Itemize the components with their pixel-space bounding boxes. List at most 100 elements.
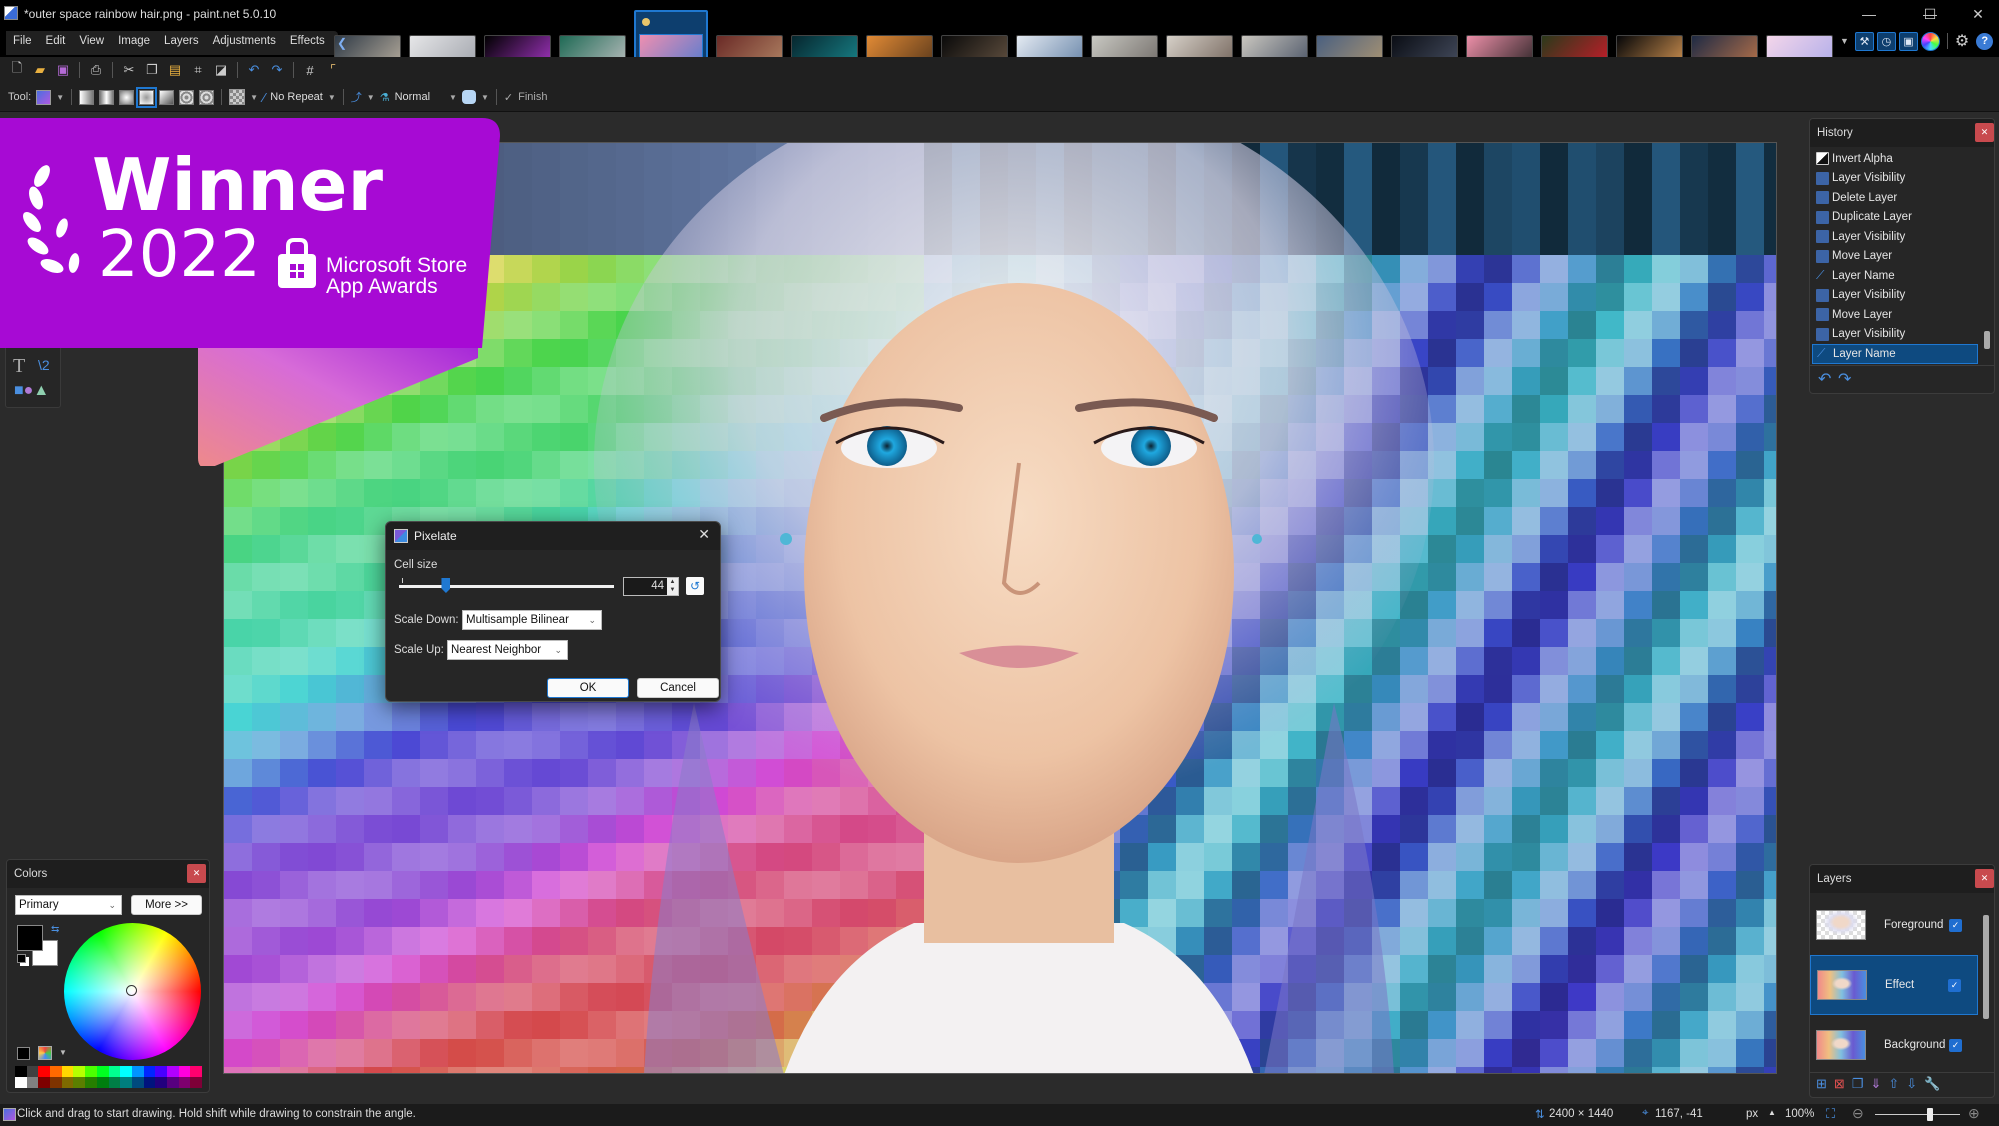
palette-swatch[interactable] — [26, 1077, 39, 1088]
palette-swatch[interactable] — [190, 1077, 202, 1088]
palette-swatch[interactable] — [50, 1066, 62, 1077]
palette-swatch[interactable] — [61, 1077, 74, 1088]
chevron-left-icon[interactable]: ❮ — [337, 36, 347, 50]
palette-swatch[interactable] — [108, 1066, 121, 1077]
open-folder-icon[interactable]: ▰ — [31, 61, 49, 79]
chevron-down-icon[interactable]: ▼ — [449, 93, 457, 102]
layers-close-icon[interactable]: ✕ — [1975, 869, 1994, 888]
history-item[interactable]: Invert Alpha — [1812, 149, 1978, 169]
palette-swatch[interactable] — [178, 1077, 191, 1088]
settings-gear-icon[interactable]: ⚙ — [1955, 31, 1969, 51]
history-item[interactable]: Move Layer — [1812, 247, 1978, 267]
scale-down-select[interactable]: Multisample Bilinear ⌄ — [462, 610, 602, 630]
palette-swatch[interactable] — [15, 1066, 27, 1077]
tools-toggle-hammer-icon[interactable]: ⚒ — [1854, 31, 1874, 51]
layers-scrollbar[interactable] — [1983, 915, 1989, 1019]
palette-swatch[interactable] — [155, 1077, 167, 1088]
conical-gradient-icon[interactable] — [159, 89, 175, 105]
reset-default-icon[interactable]: ↺ — [686, 577, 704, 595]
gradient-tool-icon[interactable] — [36, 89, 52, 105]
layer-visibility-checkbox[interactable]: ✓ — [1949, 918, 1962, 932]
maximize-button[interactable]: ☐ — [1910, 4, 1950, 24]
merge-layer-down-icon[interactable]: ⇓ — [1870, 1076, 1881, 1092]
history-undo-icon[interactable]: ↶ — [1818, 369, 1831, 389]
palette-swatch[interactable] — [73, 1066, 86, 1077]
history-item[interactable]: ⟋ Layer Name — [1812, 266, 1978, 286]
palette-swatch[interactable] — [155, 1066, 167, 1077]
ok-button[interactable]: OK — [547, 678, 629, 698]
palette-swatch[interactable] — [120, 1066, 132, 1077]
palette-swatch[interactable] — [143, 1066, 156, 1077]
units-select[interactable]: px — [1746, 1108, 1758, 1120]
help-icon[interactable]: ? — [1976, 32, 1994, 50]
chevron-down-icon[interactable]: ▼ — [56, 93, 64, 102]
zoom-to-window-icon[interactable]: ⛶ — [1826, 1106, 1835, 1122]
more-colors-button[interactable]: More >> — [131, 895, 202, 915]
chevron-down-icon[interactable]: ▼ — [250, 93, 258, 102]
linear-gradient-icon[interactable] — [79, 89, 95, 105]
menu-adjustments[interactable]: Adjustments — [206, 31, 283, 55]
layer-visibility-checkbox[interactable]: ✓ — [1948, 978, 1961, 992]
repeat-mode-select[interactable]: No Repeat — [270, 91, 323, 103]
palette-swatch[interactable] — [131, 1066, 144, 1077]
palette-swatch[interactable] — [108, 1077, 121, 1088]
layer-properties-wrench-icon[interactable]: 🔧 — [1924, 1076, 1940, 1092]
chevron-down-icon[interactable]: ▼ — [59, 1048, 67, 1057]
history-item[interactable]: Delete Layer — [1812, 188, 1978, 208]
chevron-down-icon[interactable]: ▼ — [1840, 36, 1849, 46]
palette-swatch[interactable] — [131, 1077, 144, 1088]
palette-swatch[interactable] — [96, 1077, 109, 1088]
transparency-mode-icon[interactable] — [229, 89, 246, 105]
save-icon[interactable]: ▣ — [54, 61, 72, 79]
dialog-close-icon[interactable]: ✕ — [698, 526, 710, 543]
color-wheel[interactable] — [64, 923, 201, 1060]
cell-size-slider-thumb[interactable] — [441, 578, 451, 593]
history-item[interactable]: Layer Visibility — [1812, 286, 1978, 306]
history-item[interactable]: Duplicate Layer — [1812, 208, 1978, 228]
history-item[interactable]: Layer Visibility — [1812, 169, 1978, 189]
zoom-out-icon[interactable]: ⊖ — [1852, 1105, 1864, 1122]
zoom-level[interactable]: 100% — [1785, 1108, 1814, 1120]
finish-button[interactable]: Finish — [518, 91, 547, 103]
layer-item-foreground[interactable]: Foreground ✓ — [1810, 895, 1978, 955]
layer-item-effect[interactable]: Effect ✓ — [1810, 955, 1978, 1015]
cell-size-slider-track[interactable] — [399, 585, 614, 588]
new-file-icon[interactable]: 🗋 — [8, 60, 26, 79]
primary-color-swatch[interactable] — [17, 925, 43, 951]
layer-item-background[interactable]: Background ✓ — [1810, 1015, 1978, 1075]
chevron-down-icon[interactable]: ▼ — [481, 93, 489, 102]
colors-close-icon[interactable]: ✕ — [187, 864, 206, 883]
zoom-slider-thumb[interactable] — [1927, 1108, 1934, 1121]
palette-swatch[interactable] — [38, 1077, 51, 1088]
ruler-icon[interactable]: ⌜ — [324, 61, 342, 79]
chevron-down-icon[interactable]: ▼ — [367, 93, 375, 102]
history-redo-icon[interactable]: ↷ — [1838, 369, 1851, 389]
color-wheel-cursor[interactable] — [126, 985, 137, 996]
palette-swatch[interactable] — [120, 1077, 132, 1088]
menu-file[interactable]: File — [6, 31, 39, 55]
chevron-up-icon[interactable]: ▲ — [1768, 1108, 1776, 1117]
spiral-cw-gradient-icon[interactable] — [179, 89, 195, 105]
history-close-icon[interactable]: ✕ — [1975, 123, 1994, 142]
menu-layers[interactable]: Layers — [157, 31, 206, 55]
add-layer-icon[interactable]: ⊞ — [1816, 1076, 1827, 1092]
history-toggle-clock-icon[interactable]: ◷ — [1876, 31, 1896, 51]
move-layer-up-icon[interactable]: ⇧ — [1888, 1076, 1899, 1092]
print-icon[interactable]: ⎙ — [87, 61, 105, 79]
cell-size-spinner[interactable]: ▲ ▼ — [667, 578, 678, 595]
close-button[interactable]: ✕ — [1958, 4, 1998, 24]
paste-icon[interactable]: ▤ — [166, 61, 184, 79]
menu-edit[interactable]: Edit — [39, 31, 73, 55]
palette-swatch[interactable] — [178, 1066, 191, 1077]
swap-colors-icon[interactable]: ⇆ — [51, 924, 59, 935]
colors-toggle-icon[interactable] — [1920, 31, 1940, 51]
zoom-slider-track[interactable] — [1875, 1114, 1960, 1115]
scale-up-select[interactable]: Nearest Neighbor ⌄ — [447, 640, 568, 660]
palette-swatch[interactable] — [50, 1077, 62, 1088]
palette-swatch[interactable] — [166, 1066, 179, 1077]
color-mode-select[interactable]: Primary ⌄ — [15, 895, 122, 915]
palette-swatch[interactable] — [26, 1066, 39, 1077]
history-item[interactable]: ⟋ Layer Name — [1812, 344, 1978, 364]
history-item[interactable]: Layer Visibility — [1812, 227, 1978, 247]
undo-icon[interactable]: ↶ — [245, 61, 263, 79]
